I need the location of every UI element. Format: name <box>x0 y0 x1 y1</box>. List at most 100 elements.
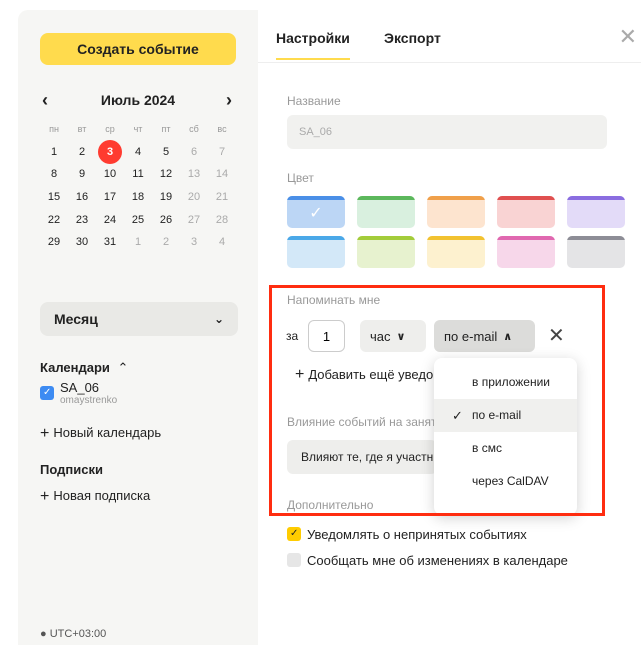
day-cell[interactable]: 17 <box>96 186 124 208</box>
week-row: 1 2 3 4 5 6 7 <box>40 139 236 164</box>
mini-calendar-header: ‹ Июль 2024 › <box>40 91 236 111</box>
day-cell[interactable]: 30 <box>68 231 96 253</box>
view-select-value: Месяц <box>54 311 98 327</box>
day-cell[interactable]: 4 <box>208 231 236 253</box>
check-icon: ✓ <box>43 386 52 398</box>
weekday-label: пн <box>49 124 59 135</box>
day-cell[interactable]: 3 <box>180 231 208 253</box>
option-unaccepted-events[interactable]: ✓ Уведомлять о непринятых событиях <box>287 527 527 542</box>
chevron-down-icon: ⌄ <box>213 312 224 326</box>
check-icon: ✓ <box>309 205 323 222</box>
day-cell[interactable]: 24 <box>96 209 124 231</box>
option-checkbox[interactable] <box>287 553 301 567</box>
calendars-section-title[interactable]: Календари ⌃ <box>40 360 128 376</box>
option-calendar-changes[interactable]: Сообщать мне об изменениях в календаре <box>287 553 568 568</box>
weekday-label: чт <box>133 124 143 135</box>
new-subscription-label: Новая подписка <box>53 488 151 503</box>
color-swatch[interactable] <box>357 196 415 228</box>
color-swatch[interactable] <box>287 236 345 268</box>
day-cell-today[interactable]: 3 <box>96 139 124 164</box>
day-cell[interactable]: 4 <box>124 141 152 163</box>
color-swatch[interactable] <box>497 196 555 228</box>
week-row: 8 9 10 11 12 13 14 <box>40 163 236 186</box>
color-swatch[interactable] <box>427 236 485 268</box>
day-cell[interactable]: 9 <box>68 163 96 185</box>
day-cell[interactable]: 25 <box>124 209 152 231</box>
day-cell[interactable]: 18 <box>124 186 152 208</box>
calendar-name: SA_06 <box>60 380 100 395</box>
day-cell[interactable]: 2 <box>152 231 180 253</box>
color-swatch[interactable] <box>567 236 625 268</box>
day-cell[interactable]: 26 <box>152 209 180 231</box>
day-cell[interactable]: 8 <box>40 163 68 185</box>
today-marker: 3 <box>98 139 122 164</box>
color-swatch[interactable] <box>427 196 485 228</box>
weekday-label: вт <box>77 124 87 135</box>
new-calendar-label: Новый календарь <box>53 425 162 440</box>
day-cell[interactable]: 14 <box>208 163 236 185</box>
day-cell[interactable]: 15 <box>40 186 68 208</box>
day-cell[interactable]: 10 <box>96 163 124 185</box>
calendar-owner: omaystrenko <box>60 395 118 406</box>
new-subscription-link[interactable]: + Новая подписка <box>40 488 150 506</box>
day-cell[interactable]: 13 <box>180 163 208 185</box>
day-cell[interactable]: 16 <box>68 186 96 208</box>
option-checkbox[interactable]: ✓ <box>287 527 301 541</box>
tab-export[interactable]: Экспорт <box>384 30 441 46</box>
new-calendar-link[interactable]: + Новый календарь <box>40 425 161 443</box>
option-label: Сообщать мне об изменениях в календаре <box>307 553 568 568</box>
calendar-item[interactable]: ✓ SA_06 omaystrenko <box>40 380 117 406</box>
day-cell[interactable]: 31 <box>96 231 124 253</box>
color-swatches: ✓ <box>287 196 627 276</box>
weekday-label: ср <box>105 124 115 135</box>
week-row: 22 23 24 25 26 27 28 <box>40 208 236 231</box>
day-cell[interactable]: 27 <box>180 209 208 231</box>
week-row: 15 16 17 18 19 20 21 <box>40 186 236 209</box>
swatch-row: ✓ <box>287 196 627 228</box>
calendar-checkbox[interactable]: ✓ <box>40 385 54 400</box>
tab-settings[interactable]: Настройки <box>276 30 350 60</box>
weekday-label: вс <box>217 124 227 135</box>
timezone-indicator[interactable]: ● UTC+03:00 <box>40 628 106 640</box>
tabs-divider <box>258 62 641 63</box>
calendar-name-input[interactable] <box>287 115 607 149</box>
swatch-row <box>287 236 627 268</box>
close-icon[interactable]: ✕ <box>619 24 637 50</box>
day-cell[interactable]: 7 <box>208 141 236 163</box>
sidebar: Создать событие ‹ Июль 2024 › пн вт ср ч… <box>18 10 258 645</box>
day-cell[interactable]: 23 <box>68 209 96 231</box>
subscriptions-title: Подписки <box>40 462 103 477</box>
color-swatch[interactable] <box>497 236 555 268</box>
day-cell[interactable]: 28 <box>208 209 236 231</box>
plus-icon: + <box>40 425 50 442</box>
check-icon: ✓ <box>290 528 299 539</box>
weekday-label: сб <box>189 124 199 135</box>
color-swatch[interactable] <box>567 196 625 228</box>
globe-icon: ● <box>40 628 47 640</box>
day-cell[interactable]: 29 <box>40 231 68 253</box>
highlight-box <box>269 285 605 516</box>
day-cell[interactable]: 2 <box>68 141 96 163</box>
day-cell[interactable]: 1 <box>124 231 152 253</box>
day-cell[interactable]: 19 <box>152 186 180 208</box>
day-cell[interactable]: 20 <box>180 186 208 208</box>
day-cell[interactable]: 1 <box>40 141 68 163</box>
day-cell[interactable]: 6 <box>180 141 208 163</box>
timezone-label: UTC+03:00 <box>49 628 107 640</box>
mini-calendar-grid: пн вт ср чт пт сб вс 1 2 3 4 5 6 7 8 9 1… <box>40 118 236 254</box>
option-label: Уведомлять о непринятых событиях <box>307 527 527 542</box>
day-cell[interactable]: 12 <box>152 163 180 185</box>
day-cell[interactable]: 21 <box>208 186 236 208</box>
week-row: 29 30 31 1 2 3 4 <box>40 231 236 254</box>
day-cell[interactable]: 11 <box>124 163 152 185</box>
color-swatch-selected[interactable]: ✓ <box>287 196 345 228</box>
chevron-up-icon: ⌃ <box>117 360 129 375</box>
color-swatch[interactable] <box>357 236 415 268</box>
month-label: Июль 2024 <box>100 92 176 108</box>
day-cell[interactable]: 22 <box>40 209 68 231</box>
view-select[interactable]: Месяц ⌄ <box>40 302 238 336</box>
chevron-right-icon[interactable]: › <box>226 91 232 109</box>
settings-panel: Настройки Экспорт ✕ Название Цвет ✓ Напо… <box>258 10 641 645</box>
create-event-button[interactable]: Создать событие <box>40 33 236 65</box>
day-cell[interactable]: 5 <box>152 141 180 163</box>
